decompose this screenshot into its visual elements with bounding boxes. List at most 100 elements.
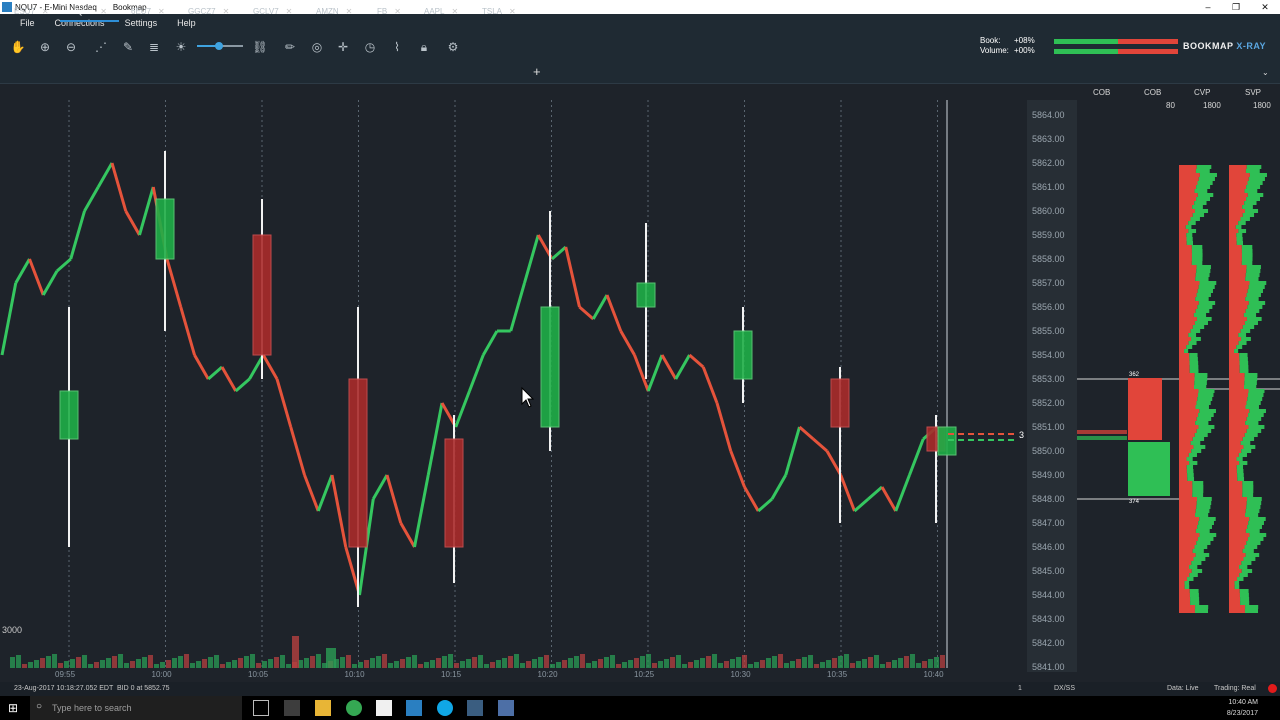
minimize-icon[interactable]: – — [1193, 0, 1223, 14]
brightness-icon[interactable]: ☀ — [172, 38, 190, 56]
camtasia-icon[interactable] — [376, 700, 392, 716]
tab-gclv7[interactable]: GCLV7 ✕ — [253, 0, 292, 22]
close-tab-icon[interactable]: ✕ — [223, 7, 230, 16]
windows-start-icon[interactable]: ⊞ — [8, 700, 24, 716]
svp-buy-bar — [1248, 301, 1266, 305]
svp-buy-bar — [1246, 269, 1261, 273]
close-tab-icon[interactable]: ✕ — [158, 7, 165, 16]
svp-sell-bar — [1229, 561, 1242, 565]
calculator-icon[interactable] — [284, 700, 300, 716]
tab-ggcz7[interactable]: GGCZ7 ✕ — [188, 0, 229, 22]
tab-aapl[interactable]: AAPL ✕ — [424, 0, 458, 22]
cvp-sell-bar — [1179, 549, 1193, 553]
cvp-buy-bar — [1189, 361, 1199, 365]
cvp-buy-bar — [1195, 277, 1209, 281]
time-axis-label: 10:30 — [730, 670, 751, 679]
tab-6eu7[interactable]: 6EU7 ✕ — [131, 0, 165, 22]
svp-sell-bar — [1229, 553, 1246, 557]
svp-sell-bar — [1229, 289, 1248, 293]
tab-amzn[interactable]: AMZN ✕ — [316, 0, 352, 22]
tab-menu-chevron-icon[interactable]: ⌄ — [1262, 68, 1269, 77]
svp-buy-bar — [1246, 265, 1261, 269]
tab-nqu7[interactable]: NQU7 ✕ — [60, 0, 119, 22]
cvp-sell-bar — [1179, 593, 1190, 597]
cvp-sell-bar — [1179, 185, 1197, 189]
heatmap-chart[interactable] — [0, 100, 1026, 682]
cvp-sell-bar — [1179, 457, 1187, 461]
price-axis-label: 5863.00 — [1032, 134, 1065, 144]
settings-gear-icon[interactable]: ⚙ — [444, 38, 462, 56]
close-tab-icon[interactable]: ✕ — [286, 7, 293, 16]
price-axis-label: 5853.00 — [1032, 374, 1065, 384]
svp-sell-bar — [1229, 373, 1245, 377]
svp-buy-bar — [1247, 289, 1263, 293]
task-view-icon[interactable] — [253, 700, 269, 716]
hand-tool-icon[interactable]: ✋ — [9, 38, 27, 56]
price-axis-label: 5861.00 — [1032, 182, 1065, 192]
indicator-icon[interactable]: ⌇ — [388, 38, 406, 56]
file-explorer-icon[interactable] — [315, 700, 331, 716]
cvp-buy-bar — [1191, 569, 1203, 573]
cob-header-2[interactable]: COB — [1144, 88, 1161, 97]
close-icon[interactable]: ✕ — [1250, 0, 1280, 14]
cvp-sell-bar — [1179, 349, 1185, 353]
svp-sell-bar — [1229, 405, 1246, 409]
cvp-buy-bar — [1195, 273, 1210, 277]
cvp-sell-bar — [1179, 165, 1197, 169]
svp-buy-bar — [1248, 425, 1265, 429]
tab-esu7[interactable]: ESU7 ✕ — [14, 0, 49, 22]
cvp-sell-bar — [1179, 189, 1195, 193]
draw-icon[interactable]: ✎ — [119, 38, 137, 56]
svp-sell-bar — [1229, 557, 1244, 561]
close-tab-icon[interactable]: ✕ — [509, 7, 516, 16]
svp-sell-bar — [1229, 585, 1235, 589]
close-tab-icon[interactable]: ✕ — [100, 7, 107, 16]
svp-header[interactable]: SVP — [1245, 88, 1261, 97]
close-tab-icon[interactable]: ✕ — [346, 7, 353, 16]
skype-icon[interactable] — [437, 700, 453, 716]
tab-fb[interactable]: FB ✕ — [377, 0, 401, 22]
cvp-sell-bar — [1179, 481, 1193, 485]
taskbar-search[interactable]: ○ Type here to search — [30, 696, 242, 720]
timer-icon[interactable]: ◷ — [361, 38, 379, 56]
cvp-buy-bar — [1192, 489, 1204, 493]
cvp-sell-bar — [1179, 381, 1195, 385]
chrome-icon[interactable] — [346, 700, 362, 716]
svp-buy-bar — [1244, 209, 1259, 213]
taskbar-clock[interactable]: 10:40 AM 8/23/2017 — [1227, 697, 1258, 719]
zoom-in-icon[interactable]: ⊕ — [36, 38, 54, 56]
layers-icon[interactable]: ≣ — [145, 38, 163, 56]
cob-header-1[interactable]: COB — [1093, 88, 1110, 97]
window-app-icon[interactable] — [467, 700, 483, 716]
cvp-sell-bar — [1179, 365, 1190, 369]
svp-buy-bar — [1240, 597, 1250, 601]
add-tab-icon[interactable]: + — [533, 64, 541, 79]
share-icon[interactable]: ⋰ — [92, 38, 110, 56]
cvp-header[interactable]: CVP — [1194, 88, 1210, 97]
maximize-icon[interactable]: ❐ — [1221, 0, 1251, 14]
cvp-buy-bar — [1199, 173, 1217, 177]
bookmap-taskbar-icon[interactable] — [406, 700, 422, 716]
zoom-out-icon[interactable]: ⊖ — [62, 38, 80, 56]
svp-sell-bar — [1229, 193, 1248, 197]
snowflake-app-icon[interactable] — [498, 700, 514, 716]
lock-icon[interactable]: 🔒︎ — [415, 38, 433, 56]
chat-icon[interactable]: ◎ — [308, 38, 326, 56]
cvp-buy-bar — [1191, 257, 1203, 261]
close-tab-icon[interactable]: ✕ — [451, 7, 458, 16]
svp-sell-bar — [1229, 349, 1235, 353]
svp-buy-bar — [1241, 337, 1251, 341]
cvp-buy-bar — [1192, 485, 1204, 489]
contrast-slider-knob[interactable] — [215, 42, 223, 50]
close-tab-icon[interactable]: ✕ — [42, 7, 49, 16]
volume-scale-label: 3000 — [2, 625, 23, 635]
svp-sell-bar — [1229, 217, 1241, 221]
link-icon[interactable]: ⛓ — [251, 38, 269, 56]
cvp-buy-bar — [1196, 269, 1211, 273]
crosshair-icon[interactable]: ✛ — [334, 38, 352, 56]
cvp-buy-bar — [1197, 537, 1214, 541]
close-tab-icon[interactable]: ✕ — [394, 7, 401, 16]
tab-tsla[interactable]: TSLA ✕ — [482, 0, 516, 22]
cvp-buy-bar — [1194, 189, 1208, 193]
pencil-icon[interactable]: ✏ — [281, 38, 299, 56]
